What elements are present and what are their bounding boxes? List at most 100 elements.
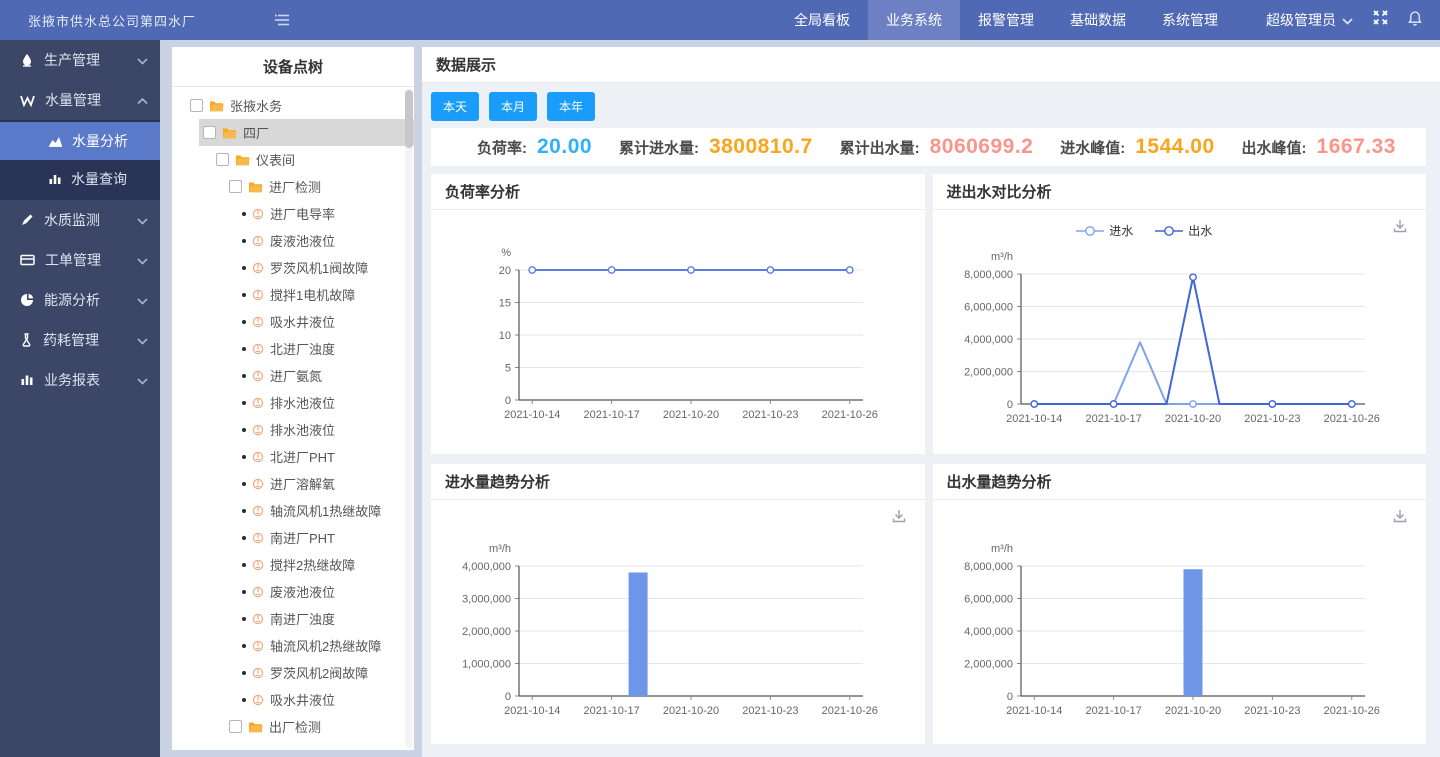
nav-item-0[interactable]: 全局看板 (776, 0, 868, 40)
svg-text:2021-10-20: 2021-10-20 (663, 409, 719, 421)
tree-node-label: 南进厂PHT (270, 528, 335, 547)
sidebar-item-5[interactable]: 药耗管理 (0, 320, 160, 360)
nav-item-3[interactable]: 基础数据 (1052, 0, 1144, 40)
tree-node-point[interactable]: 北进厂PHT (238, 443, 414, 470)
chart-title: 进水量趋势分析 (431, 464, 925, 500)
download-icon[interactable] (1392, 218, 1408, 239)
sidebar-item-4[interactable]: 能源分析 (0, 280, 160, 320)
svg-text:m³/h: m³/h (489, 543, 511, 555)
folder-icon (222, 127, 237, 139)
tree-node-folder[interactable]: 进厂检测 (225, 173, 414, 200)
tree-node-label: 进厂溶解氧 (270, 474, 335, 493)
tree-row: 进厂电导率 (172, 200, 414, 227)
sidebar-subitem-0[interactable]: 水量分析 (0, 122, 160, 160)
tree-node-point[interactable]: 北进厂浊度 (238, 335, 414, 362)
range-button-2[interactable]: 本年 (547, 92, 595, 121)
stat-value: 20.00 (537, 135, 592, 159)
svg-text:2021-10-14: 2021-10-14 (504, 409, 560, 421)
tree-checkbox[interactable] (203, 126, 216, 139)
gauge-icon (252, 316, 264, 328)
tree-node-point[interactable]: 罗茨风机1阀故障 (238, 254, 414, 281)
nav-item-1[interactable]: 业务系统 (868, 0, 960, 40)
svg-text:4,000,000: 4,000,000 (964, 626, 1013, 638)
user-menu[interactable]: 超级管理员 (1266, 10, 1353, 30)
bullet-icon (242, 293, 246, 297)
tree-scrollbar-thumb[interactable] (405, 90, 413, 148)
sidebar-item-0[interactable]: 生产管理 (0, 40, 160, 80)
tree-node-folder[interactable]: 四厂 (199, 119, 414, 146)
svg-text:2,000,000: 2,000,000 (964, 367, 1013, 379)
bell-icon[interactable] (1408, 10, 1422, 31)
bullet-icon (242, 374, 246, 378)
tree-node-point[interactable]: 罗茨风机2阀故障 (238, 659, 414, 686)
nav-item-2[interactable]: 报警管理 (960, 0, 1052, 40)
range-button-1[interactable]: 本月 (489, 92, 537, 121)
tree-node-folder[interactable]: 张掖水务 (186, 92, 414, 119)
tree-row: 张掖水务 (172, 92, 414, 119)
tree-node-point[interactable]: 搅拌1电机故障 (238, 281, 414, 308)
tree-node-folder[interactable]: 出厂检测 (225, 713, 414, 740)
svg-text:1,000,000: 1,000,000 (462, 659, 511, 671)
sidebar-item-1[interactable]: 水量管理 (0, 80, 160, 120)
nav-item-4[interactable]: 系统管理 (1144, 0, 1236, 40)
tree-row: 轴流风机1热继故障 (172, 497, 414, 524)
sidebar-subitem-1[interactable]: 水量查询 (0, 160, 160, 198)
download-icon[interactable] (891, 508, 907, 529)
tree-node-point[interactable]: 排水池液位 (238, 416, 414, 443)
tree-node-point[interactable]: 轴流风机2热继故障 (238, 632, 414, 659)
tree-node-point[interactable]: 吸水井液位 (238, 686, 414, 713)
sidebar: 生产管理水量管理水量分析水量查询水质监测工单管理能源分析药耗管理业务报表 (0, 40, 160, 757)
tree-node-point[interactable]: 废液池液位 (238, 227, 414, 254)
tree-scrollbar-track[interactable] (405, 89, 413, 748)
tree-node-point[interactable]: 废液池液位 (238, 578, 414, 605)
svg-text:0: 0 (1006, 399, 1012, 411)
range-button-0[interactable]: 本天 (431, 92, 479, 121)
tree-node-point[interactable]: 轴流风机1热继故障 (238, 497, 414, 524)
user-name: 超级管理员 (1266, 10, 1336, 30)
bullet-icon (242, 563, 246, 567)
tree-checkbox[interactable] (216, 153, 229, 166)
svg-text:4,000,000: 4,000,000 (964, 334, 1013, 346)
tree-node-point[interactable]: 进厂氨氮 (238, 362, 414, 389)
svg-text:5: 5 (505, 363, 511, 375)
tree-node-point[interactable]: 搅拌2热继故障 (238, 551, 414, 578)
tree-node-point[interactable]: 吸水井液位 (238, 308, 414, 335)
legend-item-出水[interactable]: 出水 (1155, 222, 1212, 239)
svg-text:4,000,000: 4,000,000 (462, 561, 511, 573)
bullet-icon (242, 239, 246, 243)
tree-row: 仪表间 (172, 146, 414, 173)
tree-node-point[interactable]: 进厂溶解氧 (238, 470, 414, 497)
chemical-icon (20, 333, 33, 347)
tree-checkbox[interactable] (229, 180, 242, 193)
tree-node-label: 进厂电导率 (270, 204, 335, 223)
stat-group: 累计出水量:8060699.2 (840, 135, 1034, 159)
chart-card-load-rate: 负荷率分析05101520%2021-10-142021-10-172021-1… (431, 174, 925, 454)
tree-node-point[interactable]: 南进厂PHT (238, 524, 414, 551)
svg-text:8,000,000: 8,000,000 (964, 269, 1013, 281)
legend-item-进水[interactable]: 进水 (1076, 222, 1133, 239)
sidebar-item-6[interactable]: 业务报表 (0, 360, 160, 400)
sidebar-item-3[interactable]: 工单管理 (0, 240, 160, 280)
stat-label: 进水峰值: (1060, 137, 1125, 158)
tree-checkbox[interactable] (190, 99, 203, 112)
gauge-icon (252, 397, 264, 409)
folder-icon (248, 721, 263, 733)
download-icon[interactable] (1392, 508, 1408, 529)
fullscreen-icon[interactable] (1373, 10, 1388, 30)
gauge-icon (252, 208, 264, 220)
tree-node-point[interactable]: 南进厂浊度 (238, 605, 414, 632)
sidebar-item-2[interactable]: 水质监测 (0, 200, 160, 240)
tree-node-point[interactable]: 进厂电导率 (238, 200, 414, 227)
svg-text:0: 0 (505, 691, 511, 703)
collapse-menu-icon[interactable] (274, 13, 290, 27)
sidebar-subitem-label: 水量查询 (71, 169, 127, 189)
tree-node-folder[interactable]: 仪表间 (212, 146, 414, 173)
sidebar-item-label: 业务报表 (44, 370, 100, 390)
svg-text:2021-10-26: 2021-10-26 (1323, 705, 1379, 717)
tree-checkbox[interactable] (229, 720, 242, 733)
chart-title: 出水量趋势分析 (933, 464, 1427, 500)
tree-node-point[interactable]: 排水池液位 (238, 389, 414, 416)
tree-node-label: 北进厂PHT (270, 447, 335, 466)
svg-text:20: 20 (499, 265, 511, 277)
energy-icon (20, 293, 34, 307)
